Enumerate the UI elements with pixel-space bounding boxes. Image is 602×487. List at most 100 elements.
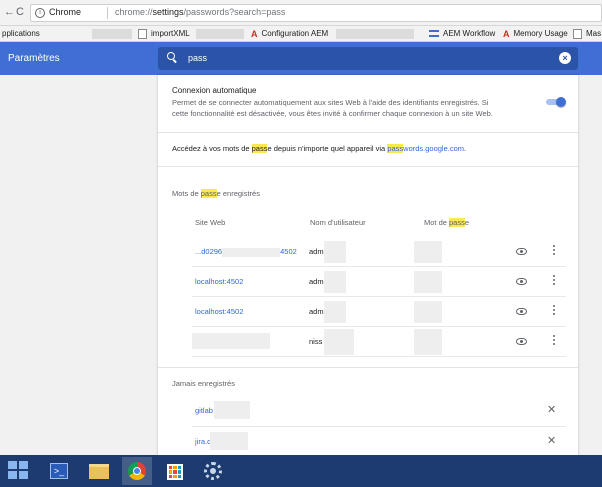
bookmark-memory-usage[interactable]: A Memory Usage (503, 27, 568, 40)
windows-icon (8, 461, 30, 481)
bookmark-label: Configuration AEM (261, 29, 329, 38)
taskbar-explorer[interactable] (84, 457, 114, 485)
section-text: Mots de (172, 189, 201, 198)
redacted-text (222, 247, 281, 257)
taskbar-apps[interactable] (160, 457, 190, 485)
search-highlight: pass (251, 144, 268, 153)
powershell-icon: >_ (50, 463, 68, 479)
username: adm (309, 277, 324, 286)
saved-password-row: ...d0296 4502 adm (192, 237, 566, 267)
access-text: . (464, 144, 467, 153)
divider (158, 132, 578, 133)
column-text: Mot de (424, 218, 450, 227)
page-icon (138, 28, 147, 39)
autologin-toggle[interactable] (544, 97, 566, 107)
remove-icon[interactable]: ✕ (547, 403, 556, 416)
redacted-bookmark (92, 29, 132, 39)
taskbar-powershell[interactable]: >_ (44, 457, 74, 485)
adobe-icon: A (503, 28, 510, 39)
saved-password-row: localhost:4502 adm (192, 297, 566, 327)
search-icon (167, 52, 175, 60)
more-actions-icon[interactable] (552, 275, 556, 287)
autologin-title: Connexion automatique (172, 86, 257, 95)
taskbar-chrome[interactable] (122, 457, 152, 485)
passwords-card: Connexion automatique Permet de se conne… (158, 75, 578, 455)
show-password-icon[interactable] (516, 278, 527, 285)
site-info-icon[interactable]: i (35, 8, 45, 18)
settings-search[interactable]: pass × (158, 47, 578, 70)
remove-icon[interactable]: ✕ (547, 434, 556, 447)
site-link[interactable]: localhost:4502 (195, 277, 243, 286)
divider (107, 7, 108, 19)
site-link[interactable]: jira.d (195, 437, 211, 446)
google-passwords-link[interactable]: passwords.google.com (387, 144, 464, 153)
column-text: e (464, 218, 470, 227)
taskbar-settings[interactable] (198, 457, 228, 485)
bookmark-label: Mas (586, 29, 602, 38)
access-text: Accédez à vos mots de (172, 144, 252, 153)
more-actions-icon[interactable] (552, 335, 556, 347)
search-input[interactable]: pass (188, 53, 207, 63)
username: niss (309, 337, 323, 346)
never-saved-title: Jamais enregistrés (172, 379, 235, 388)
site-link[interactable]: gitlab (195, 406, 213, 415)
bookmark-label: pplications (2, 29, 40, 38)
never-saved-row: jira.d ✕ (192, 427, 566, 458)
bookmark-label: Memory Usage (513, 29, 568, 38)
address-bar[interactable]: i Chrome chrome://settings/passwords?sea… (30, 4, 602, 22)
show-password-icon[interactable] (516, 248, 527, 255)
browser-toolbar: ← C i Chrome chrome://settings/passwords… (0, 0, 602, 26)
redacted-password (414, 271, 442, 293)
site-link[interactable]: localhost:4502 (195, 307, 243, 316)
page-title: Paramètres (8, 53, 60, 64)
redacted-site (192, 333, 270, 349)
saved-passwords-title: Mots de passe enregistrés (172, 189, 260, 198)
site-chip: Chrome (49, 7, 82, 17)
settings-header: Paramètres pass × (0, 42, 602, 75)
redacted-bookmark (196, 29, 244, 39)
show-password-icon[interactable] (516, 308, 527, 315)
search-highlight: pass (387, 144, 404, 153)
saved-password-row: localhost:4502 adm (192, 267, 566, 297)
bookmark-aem-workflow[interactable]: AEM Workflow (429, 27, 495, 40)
reload-icon[interactable]: C (16, 6, 24, 18)
taskbar: >_ (0, 455, 602, 487)
more-actions-icon[interactable] (552, 305, 556, 317)
back-icon[interactable]: ← (4, 6, 15, 18)
gear-icon (204, 462, 222, 480)
start-button[interactable] (4, 457, 34, 485)
link-text: words.google.com (403, 144, 465, 153)
show-password-icon[interactable] (516, 338, 527, 345)
redacted-site (214, 401, 250, 419)
url-host: settings (152, 7, 184, 17)
site-link[interactable]: ...d0296 4502 (195, 247, 297, 257)
column-header-password: Mot de passe (424, 218, 469, 227)
workflow-icon (429, 30, 439, 37)
redacted-username (324, 241, 346, 263)
autologin-description: Permet de se connecter automatiquement a… (172, 98, 493, 118)
bookmark-label: importXML (151, 29, 190, 38)
page-icon (573, 28, 582, 39)
access-passwords-text: Accédez à vos mots de passe depuis n'imp… (172, 144, 466, 153)
site-text: ...d0296 (195, 247, 223, 256)
bookmark-configuration-aem[interactable]: A Configuration AEM (251, 27, 328, 40)
redacted-password (414, 301, 442, 323)
username: adm (309, 247, 324, 256)
bookmark-importxml[interactable]: importXML (138, 27, 190, 40)
search-highlight: pass (449, 218, 465, 227)
more-actions-icon[interactable] (552, 245, 556, 257)
bookmarks-bar: pplications importXML A Configuration AE… (0, 26, 602, 42)
redacted-username (324, 329, 354, 355)
clear-search-icon[interactable]: × (559, 52, 571, 64)
column-header-site: Site Web (195, 218, 226, 227)
bookmark-label: AEM Workflow (443, 29, 496, 38)
bookmark-mas[interactable]: Mas (573, 27, 601, 40)
toggle-knob (556, 97, 566, 107)
url-path: /passwords?search=pass (183, 7, 286, 17)
folder-icon (89, 464, 109, 479)
url-text[interactable]: chrome://settings/passwords?search=pass (115, 7, 285, 17)
divider (158, 367, 578, 368)
bookmark-applications[interactable]: pplications (2, 27, 40, 40)
site-text: 4502 (280, 247, 297, 256)
redacted-bookmark (336, 29, 414, 39)
